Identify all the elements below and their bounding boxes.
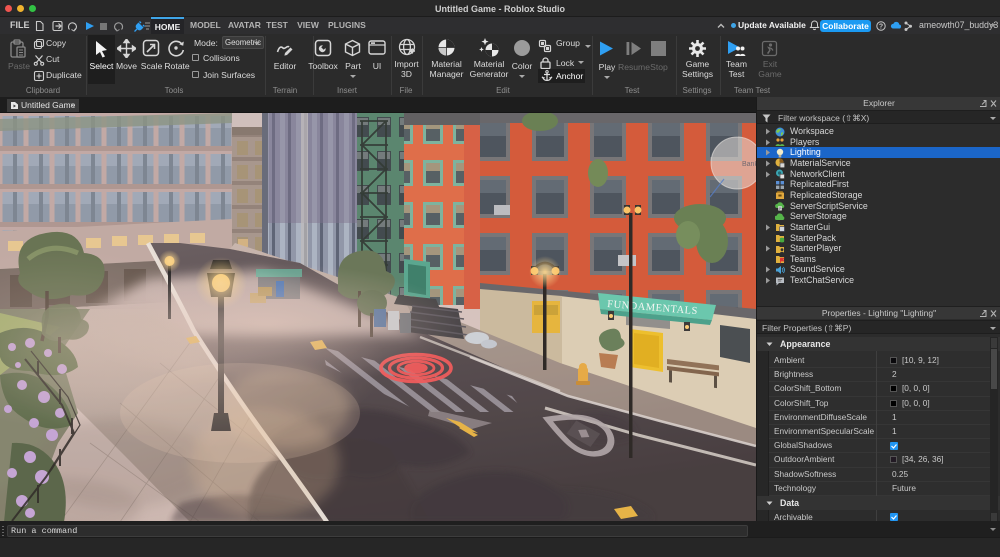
svg-text:?: ? bbox=[879, 24, 883, 31]
